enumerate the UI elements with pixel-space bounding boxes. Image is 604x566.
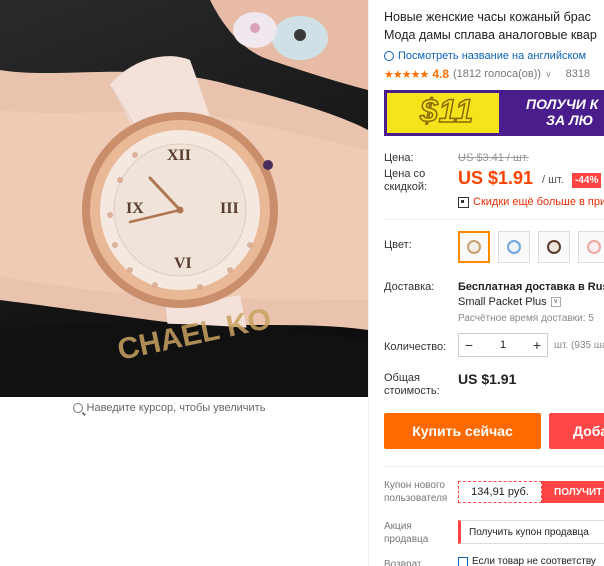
stock-available: шт. (935 ша <box>554 340 604 351</box>
shipping-estimate: Расчётное время доставки: 5 <box>458 313 594 324</box>
total-label: Общая стоимость: <box>384 372 440 397</box>
get-coupon-button[interactable]: ПОЛУЧИТ <box>542 481 604 503</box>
promo-banner-amount: $11 <box>419 92 475 130</box>
translate-link-text: Посмотреть название на английском <box>398 50 587 62</box>
shipping-label: Доставка: <box>384 281 435 293</box>
svg-text:VI: VI <box>174 255 192 272</box>
new-user-coupon-label: Купон нового пользователя <box>384 480 448 504</box>
quantity-input[interactable]: 1 <box>479 339 527 351</box>
quantity-label: Количество: <box>384 341 447 353</box>
color-swatch-brown[interactable] <box>538 231 570 263</box>
watch-thumbnail-icon <box>587 240 601 254</box>
chevron-down-icon: ∨ <box>550 297 561 307</box>
color-swatch-white[interactable] <box>458 231 490 263</box>
watch-thumbnail-icon <box>507 240 521 254</box>
total-price: US $1.91 <box>458 371 517 387</box>
add-to-cart-button[interactable]: Доба <box>549 413 604 449</box>
svg-text:IX: IX <box>126 200 144 217</box>
promo-banner[interactable]: $11 ПОЛУЧИ К ЗА ЛЮ <box>384 90 604 136</box>
magnifier-icon <box>72 403 83 413</box>
coupon-amount: 134,91 руб. <box>458 481 542 503</box>
watch-thumbnail-icon <box>467 240 481 254</box>
seller-promo-label: Акция продавца <box>384 521 429 545</box>
rating-votes-link[interactable]: (1812 голоса(ов)) <box>453 68 541 80</box>
rating-score: 4.8 <box>432 67 449 81</box>
quantity-increase-button[interactable]: + <box>527 337 547 353</box>
buy-now-button[interactable]: Купить сейчас <box>384 413 541 449</box>
price-label: Цена: <box>384 152 414 164</box>
section-divider <box>384 219 604 220</box>
app-deal-text: Скидки ещё больше в при <box>473 196 604 208</box>
returns-policy[interactable]: Если товар не соответству <box>458 556 596 566</box>
section-divider <box>384 466 604 467</box>
color-swatch-blue[interactable] <box>498 231 530 263</box>
promo-banner-line-2: ЗА ЛЮ <box>546 112 594 128</box>
svg-text:III: III <box>220 200 239 217</box>
orders-count: 8318 <box>565 68 591 80</box>
translate-title-link[interactable]: Посмотреть название на английском <box>384 50 586 62</box>
shield-icon <box>458 556 468 566</box>
quantity-decrease-button[interactable]: − <box>459 337 479 353</box>
product-title: Новые женские часы кожаный брас Мода дам… <box>384 8 604 44</box>
color-label: Цвет: <box>384 239 412 251</box>
returns-policy-text: Если товар не соответству <box>472 556 596 566</box>
returns-label: Возврат <box>384 559 422 566</box>
watch-photo-illustration: XII III VI IX CHAEL KO <box>0 0 368 397</box>
shipping-method-select[interactable]: Small Packet Plus ∨ <box>458 296 561 308</box>
rating-stars-icon: ★★★★★ <box>384 68 429 81</box>
color-swatch-pink[interactable] <box>578 231 604 263</box>
chevron-down-icon[interactable]: ∨ <box>545 69 552 80</box>
product-detail-panel: Новые женские часы кожаный брас Мода дам… <box>384 0 604 566</box>
column-divider <box>368 0 369 566</box>
svg-text:XII: XII <box>167 147 191 164</box>
zoom-hint: Наведите курсор, чтобы увеличить <box>0 402 338 414</box>
discount-badge: -44% <box>572 173 602 188</box>
app-deal-link[interactable]: Скидки ещё больше в при <box>458 196 604 208</box>
product-title-line-1: Новые женские часы кожаный брас <box>384 10 591 24</box>
current-price: US $1.91 <box>458 168 534 188</box>
product-title-line-2: Мода дамы сплава аналоговые квар <box>384 28 597 42</box>
globe-icon <box>384 51 394 61</box>
zoom-hint-text: Наведите курсор, чтобы увеличить <box>86 402 266 414</box>
old-price: US $3.41 / шт. <box>458 152 529 164</box>
color-swatches <box>458 231 604 263</box>
qr-code-icon <box>458 196 469 208</box>
get-seller-coupon-button[interactable]: Получить купон продавца <box>458 520 604 544</box>
rating-row: ★★★★★ 4.8 (1812 голоса(ов)) ∨ 8318 <box>384 67 590 81</box>
promo-banner-line-1: ПОЛУЧИ К <box>526 96 599 112</box>
shipping-destination[interactable]: Бесплатная доставка в Russ <box>458 281 604 293</box>
watch-thumbnail-icon <box>547 240 561 254</box>
product-image[interactable]: XII III VI IX CHAEL KO <box>0 0 368 397</box>
price-unit: / шт. <box>542 174 564 186</box>
shipping-method-text: Small Packet Plus <box>458 296 547 308</box>
discount-price-label: Цена со скидкой: <box>384 168 428 193</box>
quantity-stepper: − 1 + <box>458 333 548 357</box>
